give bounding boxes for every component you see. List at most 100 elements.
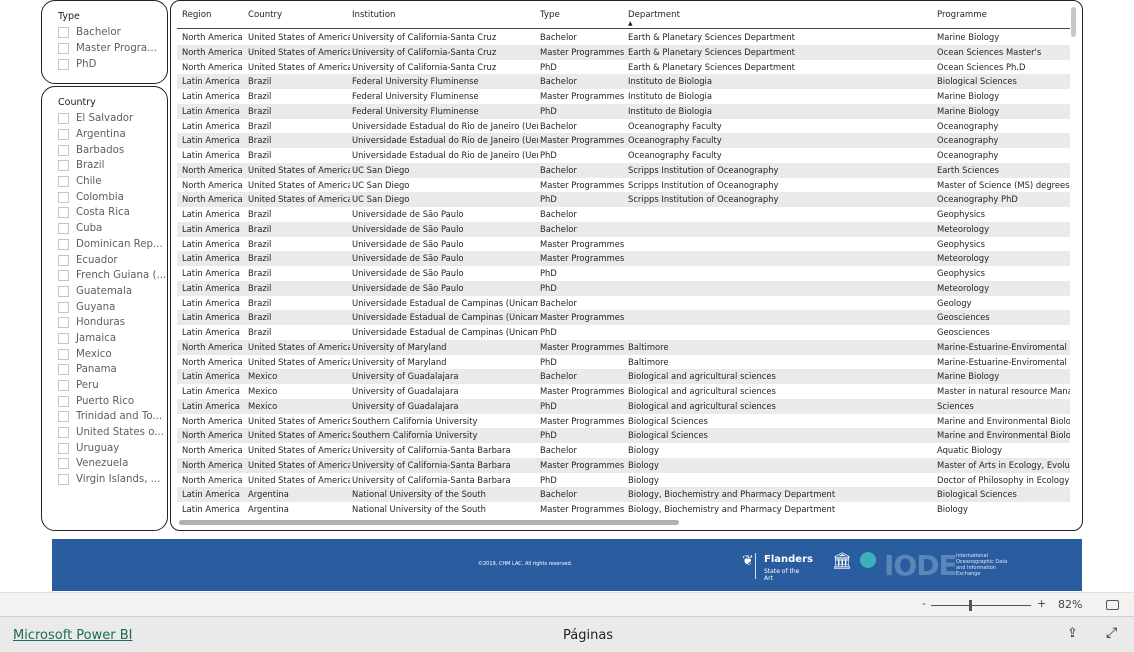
checkbox[interactable]	[58, 176, 69, 188]
table-row[interactable]: Latin America Brazil Federal University Fl…	[177, 74, 1070, 89]
filter-option[interactable]: French Guiana (...	[58, 268, 167, 284]
filter-option[interactable]: Peru	[58, 378, 167, 394]
table-row[interactable]: Latin America Argentina National Universit…	[177, 502, 1070, 517]
checkbox[interactable]	[58, 395, 69, 407]
checkbox[interactable]	[58, 380, 69, 392]
filter-option[interactable]: Dominican Rep...	[58, 237, 167, 253]
table-row[interactable]: North America United States of America Uni…	[177, 473, 1070, 488]
share-icon[interactable]: ⇪	[1067, 626, 1078, 641]
filter-option[interactable]: Chile	[58, 174, 167, 190]
table-row[interactable]: Latin America Argentina National Universit…	[177, 487, 1070, 502]
checkbox[interactable]	[58, 191, 69, 203]
checkbox[interactable]	[58, 27, 69, 39]
column-header-type[interactable]: Type	[540, 10, 626, 20]
table-row[interactable]: North America United States of America Uni…	[177, 339, 1070, 355]
checkbox[interactable]	[58, 270, 69, 282]
fullscreen-icon[interactable]: ⤢	[1106, 625, 1117, 641]
fit-to-page-icon[interactable]	[1106, 600, 1119, 610]
checkbox[interactable]	[58, 43, 69, 55]
checkbox[interactable]	[58, 129, 69, 141]
vertical-scrollbar[interactable]	[1071, 7, 1076, 37]
checkbox[interactable]	[58, 160, 69, 172]
filter-option[interactable]: Guyana	[58, 299, 167, 315]
table-row[interactable]: North America United States of America Uni…	[177, 60, 1070, 75]
filter-option[interactable]: El Salvador	[58, 111, 167, 127]
table-row[interactable]: Latin America Brazil Universidade de São P…	[177, 280, 1070, 296]
filter-option[interactable]: PhD	[58, 56, 167, 72]
checkbox[interactable]	[58, 113, 69, 125]
filter-option[interactable]: Virgin Islands, ...	[58, 472, 167, 488]
checkbox[interactable]	[58, 364, 69, 376]
checkbox[interactable]	[58, 317, 69, 329]
table-row[interactable]: Latin America Brazil Universidade de São P…	[177, 266, 1070, 281]
table-row[interactable]: North America United States of America UC …	[177, 178, 1070, 193]
column-header-department[interactable]: Department	[628, 10, 935, 20]
table-row[interactable]: North America United States of America Uni…	[177, 457, 1070, 473]
table-row[interactable]: Latin America Brazil Universidade de São P…	[177, 221, 1070, 237]
table-row[interactable]: Latin America Brazil Universidade Estadual…	[177, 325, 1070, 340]
checkbox[interactable]	[58, 474, 69, 486]
checkbox[interactable]	[58, 238, 69, 250]
checkbox[interactable]	[58, 58, 69, 70]
zoom-slider[interactable]	[931, 600, 1031, 611]
table-row[interactable]: Latin America Brazil Universidade Estadual…	[177, 119, 1070, 134]
table-row[interactable]: Latin America Brazil Universidade Estadual…	[177, 296, 1070, 311]
filter-option[interactable]: Brazil	[58, 158, 167, 174]
horizontal-scrollbar[interactable]	[179, 520, 679, 525]
checkbox[interactable]	[58, 144, 69, 156]
table-row[interactable]: Latin America Brazil Universidade de São P…	[177, 237, 1070, 252]
checkbox[interactable]	[58, 332, 69, 344]
table-row[interactable]: North America United States of America Uni…	[177, 44, 1070, 60]
filter-option[interactable]: United States o...	[58, 425, 167, 441]
table-row[interactable]: North America United States of America Uni…	[177, 355, 1070, 370]
column-header-programme[interactable]: Programme	[937, 10, 1070, 20]
filter-option[interactable]: Bachelor	[58, 25, 167, 41]
checkbox[interactable]	[58, 254, 69, 266]
table-row[interactable]: Latin America Brazil Universidade Estadual…	[177, 133, 1070, 148]
table-row[interactable]: North America United States of America Sou…	[177, 428, 1070, 443]
filter-option[interactable]: Cuba	[58, 221, 167, 237]
zoom-in-button[interactable]: +	[1037, 597, 1046, 610]
table-row[interactable]: North America United States of America Uni…	[177, 30, 1070, 45]
table-row[interactable]: Latin America Brazil Universidade de São P…	[177, 207, 1070, 222]
checkbox[interactable]	[58, 223, 69, 235]
filter-option[interactable]: Colombia	[58, 189, 167, 205]
power-bi-link[interactable]: Microsoft Power BI	[13, 628, 132, 643]
table-row[interactable]: Latin America Brazil Federal University Fl…	[177, 103, 1070, 119]
zoom-out-button[interactable]: -	[922, 597, 926, 610]
zoom-slider-thumb[interactable]	[969, 600, 972, 611]
column-header-country[interactable]: Country	[248, 10, 350, 20]
filter-option[interactable]: Panama	[58, 362, 167, 378]
filter-option[interactable]: Venezuela	[58, 456, 167, 472]
table-row[interactable]: Latin America Brazil Universidade de São P…	[177, 251, 1070, 266]
column-header-institution[interactable]: Institution	[352, 10, 538, 20]
table-row[interactable]: Latin America Mexico University of Guadala…	[177, 369, 1070, 384]
filter-option[interactable]: Barbados	[58, 142, 167, 158]
checkbox[interactable]	[58, 411, 69, 423]
table-row[interactable]: Latin America Mexico University of Guadala…	[177, 398, 1070, 414]
filter-option[interactable]: Uruguay	[58, 440, 167, 456]
table-row[interactable]: North America United States of America UC …	[177, 162, 1070, 178]
checkbox[interactable]	[58, 458, 69, 470]
filter-option[interactable]: Guatemala	[58, 284, 167, 300]
filter-option[interactable]: Mexico	[58, 346, 167, 362]
checkbox[interactable]	[58, 427, 69, 439]
filter-option[interactable]: Master Progra...	[58, 41, 167, 57]
checkbox[interactable]	[58, 348, 69, 360]
table-row[interactable]: North America United States of America Sou…	[177, 414, 1070, 429]
filter-option[interactable]: Argentina	[58, 127, 167, 143]
filter-option[interactable]: Trinidad and To...	[58, 409, 167, 425]
column-header-region[interactable]: Region	[182, 10, 246, 20]
table-row[interactable]: Latin America Brazil Universidade Estadual…	[177, 310, 1070, 325]
table-row[interactable]: Latin America Brazil Universidade Estadual…	[177, 148, 1070, 163]
checkbox[interactable]	[58, 285, 69, 297]
table-row[interactable]: Latin America Mexico University of Guadala…	[177, 384, 1070, 399]
table-row[interactable]: North America United States of America UC …	[177, 192, 1070, 207]
checkbox[interactable]	[58, 207, 69, 219]
filter-option[interactable]: Ecuador	[58, 252, 167, 268]
checkbox[interactable]	[58, 301, 69, 313]
filter-option[interactable]: Honduras	[58, 315, 167, 331]
pages-button[interactable]: Páginas	[563, 628, 613, 643]
filter-option[interactable]: Costa Rica	[58, 205, 167, 221]
table-row[interactable]: Latin America Brazil Federal University Fl…	[177, 89, 1070, 104]
